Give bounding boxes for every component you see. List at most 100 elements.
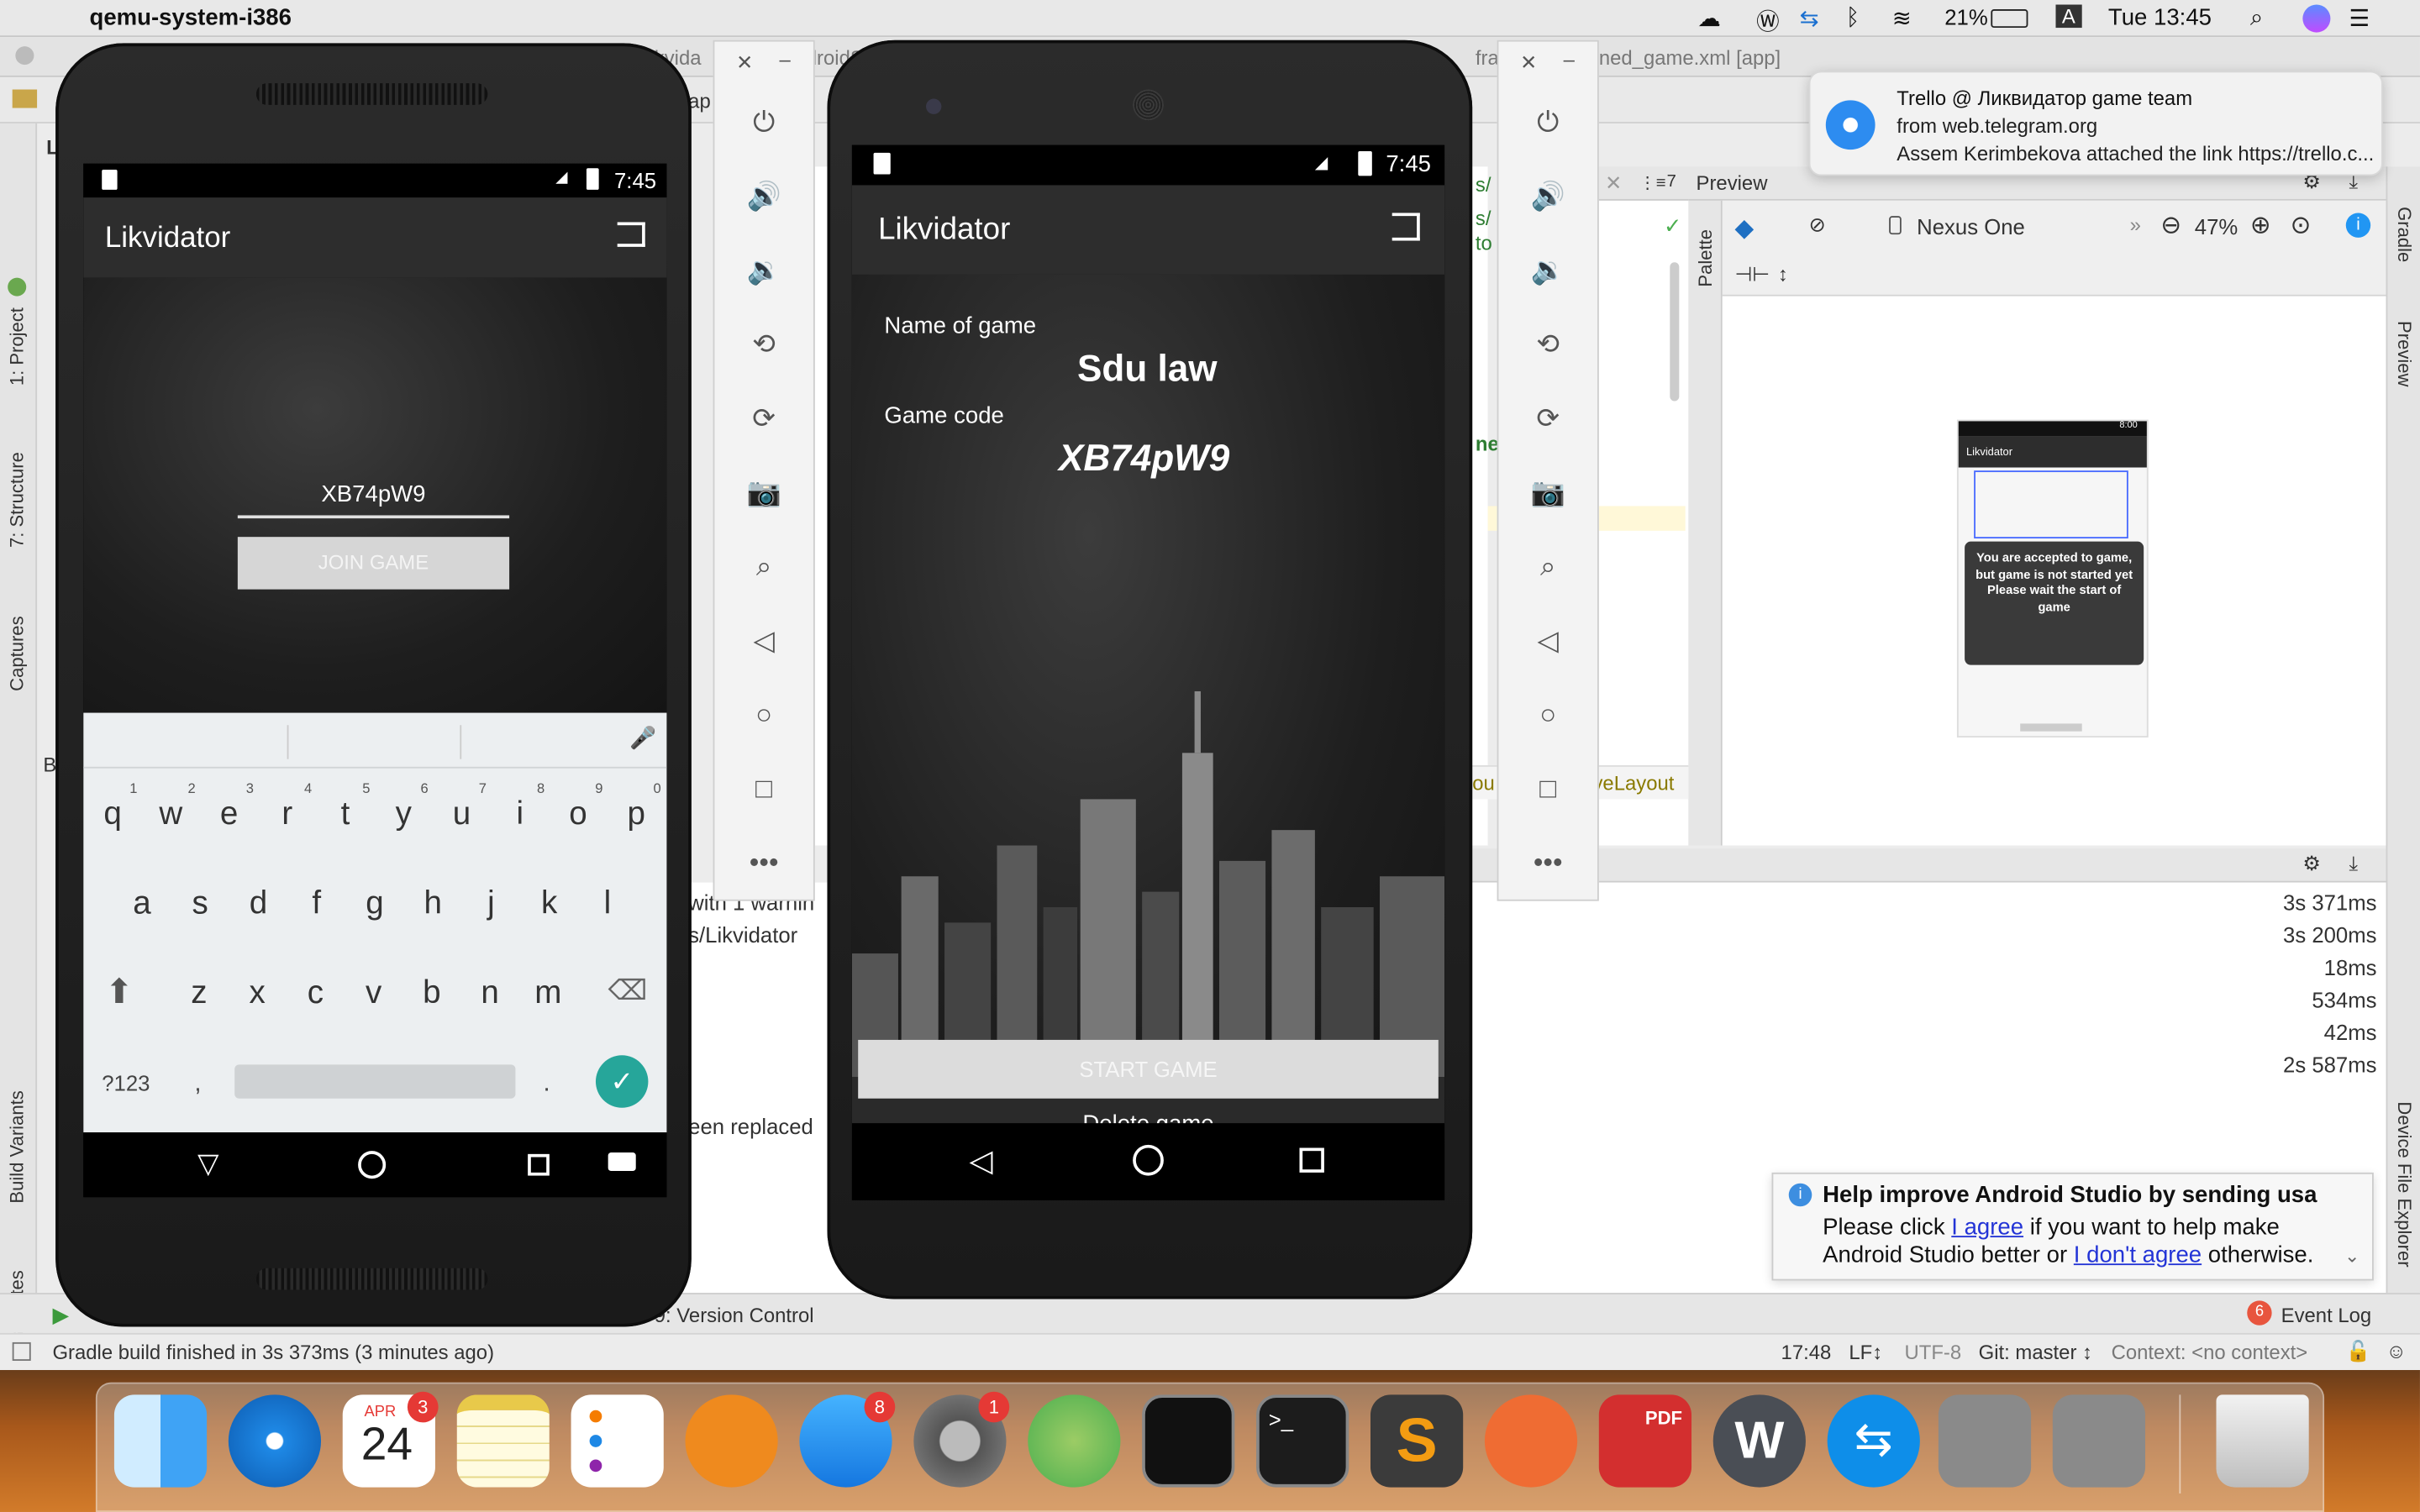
info-icon[interactable]: i: [2345, 213, 2371, 238]
power-icon[interactable]: ⏻: [1529, 103, 1566, 140]
volume-up-icon[interactable]: 🔊: [1529, 177, 1566, 214]
postman-icon[interactable]: [1484, 1394, 1578, 1488]
key-y[interactable]: y: [381, 796, 427, 833]
key-h[interactable]: h: [410, 885, 456, 922]
key-r[interactable]: r: [264, 796, 310, 833]
key-o[interactable]: o: [555, 796, 601, 833]
tab-structure[interactable]: 7: Structure: [6, 452, 28, 548]
emulator-window-icon[interactable]: [1938, 1394, 2032, 1488]
rotate-left-icon[interactable]: ⟲: [745, 326, 782, 363]
minimize-icon[interactable]: –: [1564, 48, 1575, 71]
zoom-icon[interactable]: ⌕: [1529, 548, 1566, 585]
backspace-icon[interactable]: ⌫: [608, 975, 648, 1008]
bluetooth-icon[interactable]: ᛒ: [1846, 5, 1860, 31]
back-icon[interactable]: ▽: [197, 1148, 218, 1181]
camera-icon[interactable]: 📷: [745, 474, 782, 511]
safari-icon[interactable]: [228, 1394, 322, 1488]
more-icon[interactable]: »: [2130, 213, 2141, 236]
overview-icon[interactable]: [1299, 1147, 1324, 1173]
period-key[interactable]: .: [544, 1071, 550, 1099]
cursor-position[interactable]: 17:48: [1781, 1341, 1832, 1364]
key-u[interactable]: u: [439, 796, 485, 833]
breadcrumb-relativelayout[interactable]: veLayout: [1592, 771, 1674, 795]
camera-icon[interactable]: 📷: [1529, 474, 1566, 511]
lock-icon[interactable]: 🔓: [2346, 1339, 2371, 1363]
key-p[interactable]: p: [613, 796, 660, 833]
shift-icon[interactable]: ⬆: [105, 972, 134, 1012]
close-icon[interactable]: ✕: [1605, 171, 1622, 196]
start-game-button[interactable]: START GAME: [858, 1039, 1439, 1099]
rotate-left-icon[interactable]: ⟲: [1529, 326, 1566, 363]
zoom-fit-icon[interactable]: ⊙: [2291, 210, 2312, 241]
tab-list-button[interactable]: ⋮≡: [1639, 173, 1666, 193]
tab-event-log[interactable]: Event Log: [2281, 1304, 2372, 1327]
microphone-icon[interactable]: 🎤: [629, 725, 656, 751]
rotate-right-icon[interactable]: ⟳: [1529, 400, 1566, 437]
tab-captures[interactable]: Captures: [6, 616, 28, 690]
minimize-icon[interactable]: –: [780, 48, 791, 71]
tab-project[interactable]: 1: Project: [6, 307, 28, 386]
terminal-icon[interactable]: >_: [1256, 1394, 1349, 1488]
back-icon[interactable]: ◁: [1529, 622, 1566, 659]
webstorm-icon[interactable]: W: [1712, 1394, 1806, 1488]
tab-device-file-explorer[interactable]: Device File Explorer: [2394, 1101, 2416, 1267]
tab-preview[interactable]: Preview: [2394, 321, 2416, 386]
activity-monitor-icon[interactable]: [1142, 1394, 1235, 1488]
logout-icon[interactable]: [1392, 213, 1420, 241]
memory-icon[interactable]: ☺: [2386, 1339, 2407, 1362]
key-f[interactable]: f: [293, 885, 339, 922]
key-l[interactable]: l: [584, 885, 630, 922]
key-k[interactable]: k: [526, 885, 572, 922]
overview-icon[interactable]: □: [745, 770, 782, 807]
close-icon[interactable]: ✕: [1520, 51, 1537, 76]
file-encoding[interactable]: UTF-8: [1904, 1341, 1961, 1364]
volume-down-icon[interactable]: 🔉: [745, 251, 782, 288]
overview-icon[interactable]: □: [1529, 770, 1566, 807]
more-icon[interactable]: •••: [1529, 844, 1566, 881]
finder-icon[interactable]: [113, 1394, 208, 1488]
key-x[interactable]: x: [234, 975, 281, 1012]
space-key[interactable]: [234, 1064, 516, 1099]
comma-key[interactable]: ,: [194, 1071, 201, 1099]
home-icon[interactable]: [358, 1151, 387, 1179]
notification-center-icon[interactable]: ☰: [2349, 5, 2370, 32]
key-m[interactable]: m: [525, 975, 571, 1012]
home-icon[interactable]: ○: [1529, 696, 1566, 732]
key-b[interactable]: b: [408, 975, 455, 1012]
context-indicator[interactable]: Context: <no context>: [2112, 1341, 2308, 1364]
chevron-down-icon[interactable]: ⌄: [2344, 1245, 2360, 1267]
zoom-icon[interactable]: ⌕: [745, 548, 782, 585]
key-j[interactable]: j: [468, 885, 514, 922]
battery-icon[interactable]: [1991, 9, 2028, 29]
key-v[interactable]: v: [350, 975, 397, 1012]
power-icon[interactable]: ⏻: [745, 103, 782, 140]
status-message[interactable]: Gradle build finished in 3s 373ms (3 min…: [52, 1341, 494, 1364]
game-code-input[interactable]: XB74pW9: [237, 475, 510, 519]
home-icon[interactable]: [1133, 1144, 1164, 1176]
help-improve-balloon[interactable]: i Help improve Android Studio by sending…: [1771, 1172, 2374, 1281]
sublime-text-icon[interactable]: S: [1370, 1394, 1464, 1488]
key-w[interactable]: w: [148, 796, 194, 833]
folder-icon[interactable]: [12, 89, 38, 108]
overview-icon[interactable]: [528, 1153, 550, 1176]
creative-cloud-icon[interactable]: ☁: [1697, 5, 1721, 32]
telegram-notification[interactable]: Trello @ Ликвидатор game team from web.t…: [1808, 71, 2383, 176]
zoom-out-icon[interactable]: ⊖: [2160, 210, 2181, 241]
menubar-clock[interactable]: Tue 13:45: [2108, 5, 2212, 31]
key-n[interactable]: n: [467, 975, 513, 1012]
key-z[interactable]: z: [176, 975, 222, 1012]
key-c[interactable]: c: [292, 975, 339, 1012]
tab-build-variants[interactable]: Build Variants: [6, 1090, 28, 1203]
volume-down-icon[interactable]: 🔉: [1529, 251, 1566, 288]
line-separator[interactable]: LF↕: [1849, 1341, 1882, 1364]
android-studio-icon[interactable]: [1028, 1394, 1121, 1488]
volume-up-icon[interactable]: 🔊: [745, 177, 782, 214]
input-source-indicator[interactable]: A: [2055, 4, 2082, 29]
key-d[interactable]: d: [235, 885, 281, 922]
back-icon[interactable]: ◁: [969, 1142, 992, 1180]
spotlight-icon[interactable]: ⌕: [2250, 5, 2263, 31]
siri-icon[interactable]: [2302, 4, 2331, 33]
git-branch[interactable]: Git: master ↕: [1979, 1341, 2092, 1364]
pan-icon[interactable]: ⊣⊢: [1734, 262, 1770, 286]
join-game-button[interactable]: JOIN GAME: [237, 537, 510, 590]
